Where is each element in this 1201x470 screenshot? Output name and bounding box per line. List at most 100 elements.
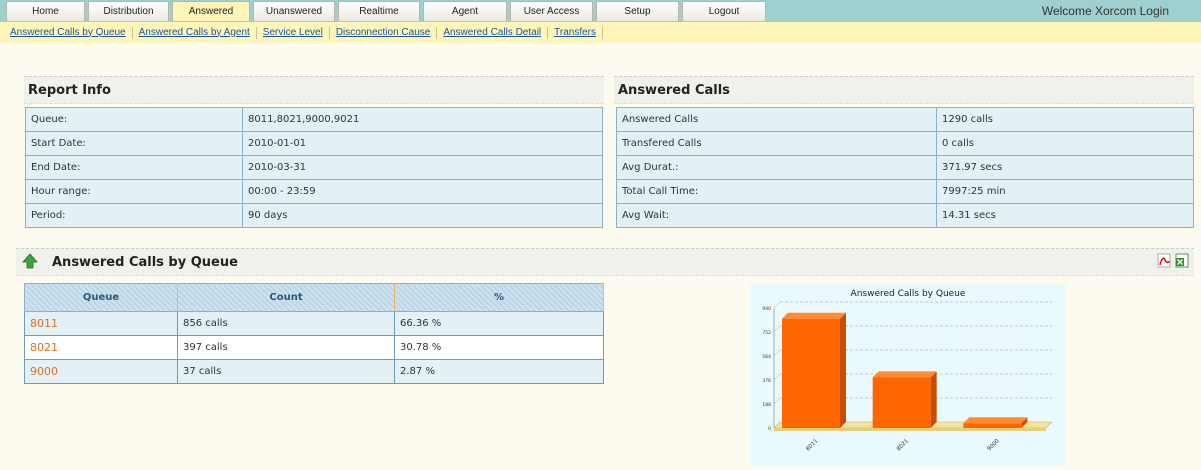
chart-bar-side (840, 312, 846, 428)
chart-bar-top (782, 312, 846, 319)
table-row: Period: 90 days (25, 203, 603, 228)
queue-link[interactable]: 9000 (24, 359, 178, 384)
chart-title: Answered Calls by Queue (851, 289, 966, 299)
table-row: Transfered Calls 0 calls (616, 131, 1194, 156)
percent-cell: 2.87 % (394, 359, 604, 384)
table-header-row: Queue Count % (24, 283, 604, 312)
chart-x-tick-label: 8021 (896, 438, 910, 452)
info-value: 14.31 secs (936, 203, 1194, 228)
nav-tabs: Home Distribution Answered Unanswered Re… (6, 0, 769, 22)
chart-y-tick-label: 940 (762, 306, 771, 312)
info-label: Start Date: (25, 131, 243, 156)
table-row: Avg Wait: 14.31 secs (616, 203, 1194, 228)
chart-bar-top (872, 371, 937, 378)
table-row: 8021 397 calls 30.78 % (24, 335, 604, 360)
table-row: Answered Calls 1290 calls (616, 107, 1194, 132)
chart-bar (782, 318, 840, 428)
table-row: End Date: 2010-03-31 (25, 155, 603, 180)
welcome-text: Welcome Xorcom Login (1041, 4, 1169, 18)
tab-user-access[interactable]: User Access (510, 1, 593, 21)
sub-nav-bar: Answered Calls by Queue Answered Calls b… (0, 22, 1201, 43)
column-header-queue[interactable]: Queue (24, 283, 178, 312)
pdf-icon[interactable] (1157, 253, 1172, 268)
table-row: Avg Durat.: 371.97 secs (616, 155, 1194, 180)
report-info-table: Queue: 8011,8021,9000,9021 Start Date: 2… (25, 107, 603, 228)
info-value: 00:00 - 23:59 (242, 179, 603, 204)
tab-distribution[interactable]: Distribution (88, 1, 169, 21)
by-queue-header: Answered Calls by Queue (16, 248, 1194, 276)
report-info-header: Report Info (24, 76, 604, 104)
by-queue-table: Queue Count % 8011 856 calls 66.36 % 802… (24, 283, 604, 384)
info-value: 2010-03-31 (242, 155, 603, 180)
chart-y-tick-label: 0 (768, 426, 771, 432)
chart-floor-edge (774, 428, 1046, 431)
queue-link[interactable]: 8021 (24, 335, 178, 360)
info-label: End Date: (25, 155, 243, 180)
percent-cell: 66.36 % (394, 311, 604, 336)
count-cell: 37 calls (177, 359, 395, 384)
top-nav-bar: Home Distribution Answered Unanswered Re… (0, 0, 1201, 22)
chart-bar-top (963, 417, 1028, 424)
chart-x-tick-label: 8011 (805, 438, 819, 452)
table-row: Queue: 8011,8021,9000,9021 (25, 107, 603, 132)
tab-logout[interactable]: Logout (682, 1, 766, 21)
by-queue-title: Answered Calls by Queue (52, 255, 238, 270)
chart-bar (872, 377, 931, 428)
info-value: 8011,8021,9000,9021 (242, 107, 603, 132)
chart-x-tick-label: 9000 (987, 438, 1001, 452)
answered-calls-title: Answered Calls (618, 83, 730, 98)
info-label: Queue: (25, 107, 243, 132)
column-header-percent[interactable]: % (394, 283, 604, 312)
table-row: 8011 856 calls 66.36 % (24, 311, 604, 336)
report-info-title: Report Info (28, 83, 111, 98)
subnav-answered-calls-by-queue[interactable]: Answered Calls by Queue (4, 26, 133, 39)
info-label: Period: (25, 203, 243, 228)
info-label: Hour range: (25, 179, 243, 204)
queue-link[interactable]: 8011 (24, 311, 178, 336)
chart-grid-connector (773, 301, 781, 309)
answered-calls-chart: Answered Calls by Queue 0 188 376 564 752 940… (750, 284, 1066, 466)
info-value: 2010-01-01 (242, 131, 603, 156)
info-label: Avg Durat.: (616, 155, 937, 180)
chart-y-tick-label: 188 (762, 402, 771, 408)
info-value: 90 days (242, 203, 603, 228)
excel-icon[interactable] (1175, 253, 1190, 268)
tab-setup[interactable]: Setup (596, 1, 679, 21)
chart-y-tick-label: 564 (762, 354, 771, 360)
subnav-answered-calls-by-agent[interactable]: Answered Calls by Agent (133, 26, 257, 39)
chart-grid-connector (773, 349, 781, 357)
answered-calls-table: Answered Calls 1290 calls Transfered Cal… (616, 107, 1194, 228)
chart-y-tick-label: 376 (762, 378, 771, 384)
info-value: 0 calls (936, 131, 1194, 156)
answered-calls-header: Answered Calls (614, 76, 1194, 104)
chart-grid-connector (773, 397, 781, 405)
info-label: Answered Calls (616, 107, 937, 132)
count-cell: 856 calls (177, 311, 395, 336)
info-label: Transfered Calls (616, 131, 937, 156)
chart-svg: Answered Calls by Queue 0 188 376 564 752 940… (762, 289, 1053, 452)
chart-bar (963, 423, 1022, 428)
count-cell: 397 calls (177, 335, 395, 360)
table-row: Hour range: 00:00 - 23:59 (25, 179, 603, 204)
tab-answered[interactable]: Answered (172, 1, 250, 21)
info-label: Avg Wait: (616, 203, 937, 228)
chart-bar-side (930, 371, 937, 428)
info-value: 1290 calls (936, 107, 1194, 132)
table-row: Total Call Time: 7997:25 min (616, 179, 1194, 204)
chart-y-tick-label: 752 (762, 330, 771, 336)
info-value: 7997:25 min (936, 179, 1194, 204)
subnav-answered-calls-detail[interactable]: Answered Calls Detail (437, 26, 549, 39)
subnav-transfers[interactable]: Transfers (548, 26, 604, 39)
info-label: Total Call Time: (616, 179, 937, 204)
tab-realtime[interactable]: Realtime (338, 1, 420, 21)
subnav-service-level[interactable]: Service Level (257, 26, 330, 39)
table-row: 9000 37 calls 2.87 % (24, 359, 604, 384)
up-arrow-icon[interactable] (22, 253, 38, 269)
tab-home[interactable]: Home (6, 1, 85, 21)
tab-unanswered[interactable]: Unanswered (253, 1, 335, 21)
tab-agent[interactable]: Agent (423, 1, 507, 21)
column-header-count[interactable]: Count (177, 283, 395, 312)
chart-grid-connector (773, 373, 781, 381)
table-row: Start Date: 2010-01-01 (25, 131, 603, 156)
subnav-disconnection-cause[interactable]: Disconnection Cause (330, 26, 438, 39)
